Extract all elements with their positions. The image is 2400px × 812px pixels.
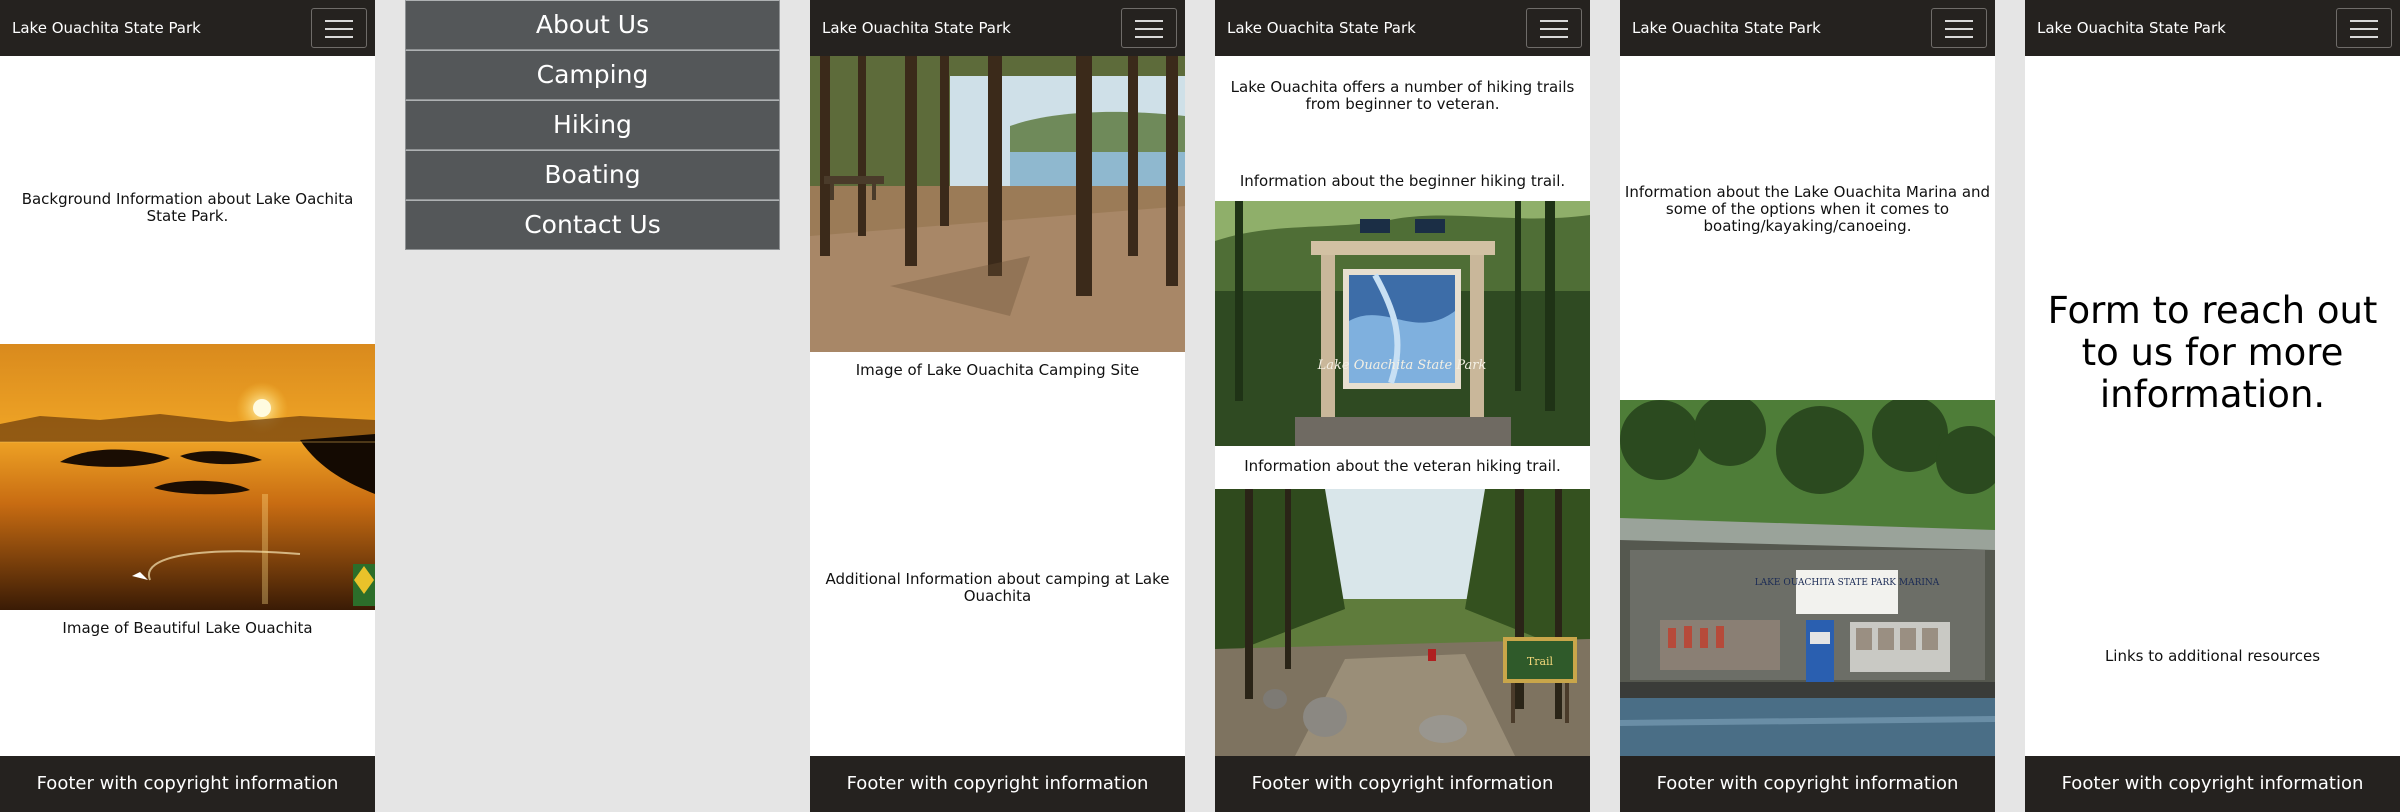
lake-sunset-image bbox=[0, 344, 375, 610]
background-info-text: Background Information about Lake Oachit… bbox=[21, 190, 354, 225]
footer: Footer with copyright information bbox=[1215, 756, 1590, 812]
hamburger-menu-button[interactable] bbox=[1526, 8, 1582, 48]
park-sign-illustration: Lake Ouachita State Park bbox=[1215, 201, 1590, 446]
footer: Footer with copyright information bbox=[0, 756, 375, 812]
hamburger-menu-button[interactable] bbox=[2336, 8, 2392, 48]
nav-dropdown-menu: About Us Camping Hiking Boating Contact … bbox=[405, 0, 780, 250]
additional-resources-links: Links to additional resources bbox=[2104, 647, 2321, 665]
park-sign-text: Lake Ouachita State Park bbox=[1317, 358, 1487, 373]
hamburger-menu-icon bbox=[2350, 20, 2378, 38]
contact-form-placeholder: Form to reach out to us for more informa… bbox=[2047, 289, 2378, 416]
lake-image-caption: Image of Beautiful Lake Ouachita bbox=[62, 619, 313, 637]
brand-title[interactable]: Lake Ouachita State Park bbox=[12, 0, 201, 56]
camping-screen: Lake Ouachita State Park Image of Lake O… bbox=[810, 0, 1185, 812]
top-navbar: Lake Ouachita State Park bbox=[2025, 0, 2400, 56]
lake-sunset-illustration bbox=[0, 344, 375, 610]
menu-item-contact-us[interactable]: Contact Us bbox=[405, 200, 780, 250]
menu-item-about-us[interactable]: About Us bbox=[405, 0, 780, 50]
top-navbar: Lake Ouachita State Park bbox=[1620, 0, 1995, 56]
beginner-trail-info: Information about the beginner hiking tr… bbox=[1239, 172, 1566, 190]
boating-screen: Lake Ouachita State Park Information abo… bbox=[1620, 0, 1995, 812]
brand-title[interactable]: Lake Ouachita State Park bbox=[1632, 0, 1821, 56]
trail-head-image: Trail bbox=[1215, 489, 1590, 756]
top-navbar: Lake Ouachita State Park bbox=[0, 0, 375, 56]
marina-illustration: LAKE OUACHITA STATE PARK MARINA bbox=[1620, 400, 1995, 756]
veteran-trail-info: Information about the veteran hiking tra… bbox=[1244, 457, 1561, 475]
camping-additional-info: Additional Information about camping at … bbox=[825, 570, 1170, 605]
trail-head-illustration: Trail bbox=[1215, 489, 1590, 756]
menu-item-camping[interactable]: Camping bbox=[405, 50, 780, 100]
park-sign-image: Lake Ouachita State Park bbox=[1215, 201, 1590, 446]
marina-info-text: Information about the Lake Ouachita Mari… bbox=[1624, 183, 1991, 235]
hamburger-menu-button[interactable] bbox=[1931, 8, 1987, 48]
about-screen: Lake Ouachita State Park Background Info… bbox=[0, 0, 375, 812]
camping-site-illustration bbox=[810, 56, 1185, 352]
footer: Footer with copyright information bbox=[2025, 756, 2400, 812]
hamburger-menu-icon bbox=[1135, 20, 1163, 38]
top-navbar: Lake Ouachita State Park bbox=[1215, 0, 1590, 56]
brand-title[interactable]: Lake Ouachita State Park bbox=[1227, 0, 1416, 56]
menu-item-hiking[interactable]: Hiking bbox=[405, 100, 780, 150]
camping-image-caption: Image of Lake Ouachita Camping Site bbox=[855, 361, 1140, 379]
brand-title[interactable]: Lake Ouachita State Park bbox=[822, 0, 1011, 56]
marina-image: LAKE OUACHITA STATE PARK MARINA bbox=[1620, 400, 1995, 756]
hiking-screen: Lake Ouachita State Park Lake Ouachita o… bbox=[1215, 0, 1590, 812]
hiking-intro-text: Lake Ouachita offers a number of hiking … bbox=[1230, 78, 1575, 113]
menu-item-boating[interactable]: Boating bbox=[405, 150, 780, 200]
top-navbar: Lake Ouachita State Park bbox=[810, 0, 1185, 56]
marina-sign-text: LAKE OUACHITA STATE PARK MARINA bbox=[1755, 578, 1940, 588]
hamburger-menu-button[interactable] bbox=[311, 8, 367, 48]
footer: Footer with copyright information bbox=[810, 756, 1185, 812]
brand-title[interactable]: Lake Ouachita State Park bbox=[2037, 0, 2226, 56]
camping-site-image bbox=[810, 56, 1185, 352]
hamburger-menu-button[interactable] bbox=[1121, 8, 1177, 48]
contact-screen: Lake Ouachita State Park Form to reach o… bbox=[2025, 0, 2400, 812]
hamburger-menu-icon bbox=[325, 20, 353, 38]
hamburger-menu-icon bbox=[1540, 20, 1568, 38]
footer: Footer with copyright information bbox=[1620, 756, 1995, 812]
hamburger-menu-icon bbox=[1945, 20, 1973, 38]
trail-sign-text: Trail bbox=[1527, 655, 1554, 668]
